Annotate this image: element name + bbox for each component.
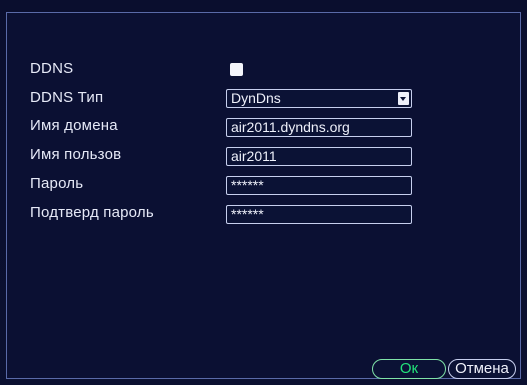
- ddns-settings-panel: [6, 12, 521, 379]
- username-label: Имя пользов: [30, 146, 122, 163]
- ddns-type-value: DynDns: [231, 90, 281, 106]
- password-input[interactable]: ******: [226, 176, 412, 195]
- dialog-window: DDNS DDNS Тип DynDns Имя домена air2011.…: [0, 0, 527, 385]
- ddns-enable-checkbox[interactable]: [230, 63, 243, 76]
- ddns-enable-label: DDNS: [30, 60, 74, 77]
- confirm-password-label: Подтверд пароль: [30, 204, 154, 221]
- confirm-password-input[interactable]: ******: [226, 205, 412, 224]
- ddns-type-label: DDNS Тип: [30, 89, 104, 106]
- ok-button[interactable]: Ок: [372, 359, 446, 379]
- chevron-down-icon[interactable]: [398, 92, 409, 105]
- password-label: Пароль: [30, 175, 84, 192]
- domain-name-label: Имя домена: [30, 117, 118, 134]
- ddns-type-select[interactable]: DynDns: [226, 89, 412, 108]
- cancel-button[interactable]: Отмена: [448, 359, 516, 379]
- username-input[interactable]: air2011: [226, 147, 412, 166]
- domain-name-input[interactable]: air2011.dyndns.org: [226, 118, 412, 137]
